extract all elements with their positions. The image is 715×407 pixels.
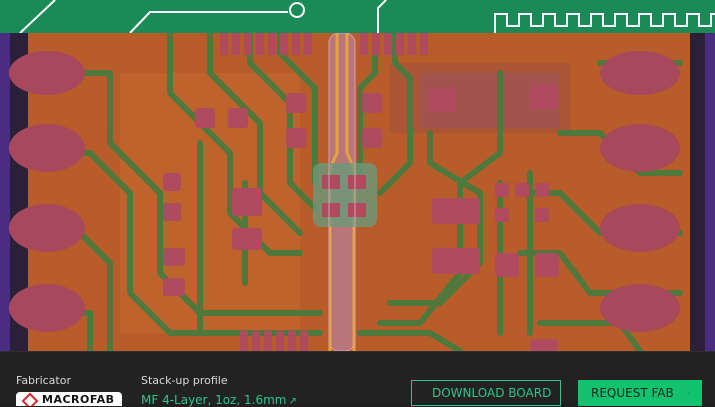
pcb-board-view[interactable] bbox=[0, 33, 715, 351]
chevron-right-icon bbox=[687, 392, 689, 394]
pcb-render[interactable] bbox=[0, 33, 715, 351]
circuit-decoration bbox=[19, 0, 715, 33]
fabricator-logo: MACROFAB bbox=[16, 392, 122, 406]
macrofab-logo-icon bbox=[21, 392, 39, 406]
fabricator-label: Fabricator bbox=[16, 374, 71, 387]
request-fab-label: REQUEST FAB bbox=[591, 386, 674, 400]
download-board-label: DOWNLOAD BOARD bbox=[432, 386, 552, 400]
stackup-label: Stack-up profile bbox=[141, 374, 228, 387]
top-banner bbox=[0, 0, 715, 33]
stackup-value: MF 4-Layer, 1oz, 1.6mm bbox=[141, 393, 287, 407]
fabricator-logo-text: MACROFAB bbox=[42, 393, 115, 406]
board-footer: Fabricator MACROFAB Stack-up profile MF … bbox=[0, 351, 715, 407]
request-fab-button[interactable]: REQUEST FAB bbox=[578, 380, 702, 406]
download-board-button[interactable]: DOWNLOAD BOARD bbox=[411, 380, 561, 406]
stackup-profile-link[interactable]: MF 4-Layer, 1oz, 1.6mm ↗ bbox=[141, 393, 297, 407]
